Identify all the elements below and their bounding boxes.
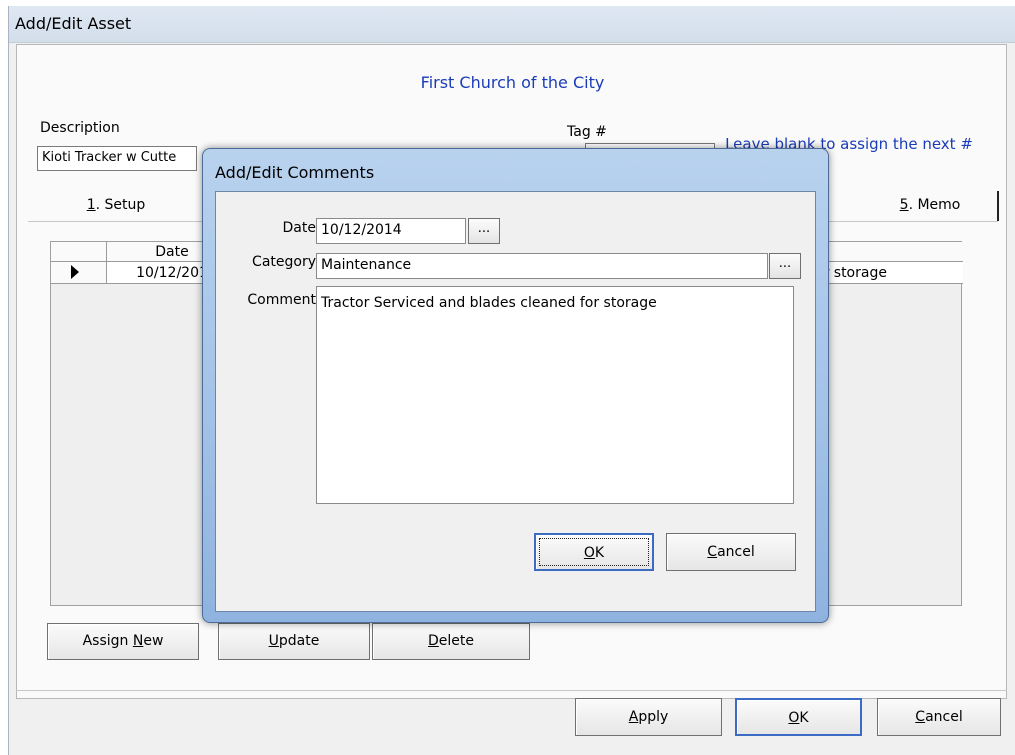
comment-label: Comment: [247, 292, 316, 308]
assign-new-suffix: ew: [143, 633, 164, 649]
grid-header-comment[interactable]: [811, 242, 963, 262]
apply-label: pply: [638, 709, 669, 725]
description-label: Description: [40, 120, 120, 136]
window-titlebar: Add/Edit Asset: [9, 6, 1015, 43]
tab-memo-label: . Memo: [908, 197, 961, 213]
grid-header-selector: [51, 242, 107, 262]
update-mnemonic: U: [268, 633, 279, 649]
update-label: pdate: [278, 633, 320, 649]
assign-new-prefix: Assign: [82, 633, 133, 649]
update-button[interactable]: Update: [218, 623, 370, 660]
tag-label: Tag #: [567, 124, 607, 140]
tab-setup-label: . Setup: [95, 197, 146, 213]
ok-label: K: [799, 710, 809, 726]
assign-new-button[interactable]: Assign New: [47, 623, 199, 660]
tab-memo-mnemonic: 5: [899, 197, 909, 213]
category-picker-button[interactable]: ...: [769, 253, 801, 279]
description-input[interactable]: Kioti Tracker w Cutte: [37, 146, 197, 171]
dialog-title: Add/Edit Comments: [215, 163, 375, 182]
tab-setup[interactable]: 1. Setup: [61, 191, 171, 221]
ok-button[interactable]: OK: [735, 698, 862, 736]
dialog-client-area: Date 10/12/2014 ... Category Maintenance…: [215, 191, 816, 612]
church-name: First Church of the City: [420, 73, 605, 92]
row-selector[interactable]: [51, 262, 107, 284]
category-label: Category: [252, 254, 316, 270]
cancel-label: ancel: [925, 709, 963, 725]
delete-button[interactable]: Delete: [372, 623, 530, 660]
dialog-cancel-button[interactable]: Cancel: [666, 533, 796, 571]
tab-setup-mnemonic: 1: [86, 197, 96, 213]
dialog-cancel-label: ancel: [717, 544, 755, 560]
date-picker-button[interactable]: ...: [468, 218, 500, 244]
footer-divider: [16, 690, 1007, 691]
focus-rect: [539, 538, 649, 566]
cancel-mnemonic: C: [915, 709, 926, 725]
apply-mnemonic: A: [628, 709, 639, 725]
dialog-cancel-mnemonic: C: [707, 544, 718, 560]
apply-button[interactable]: Apply: [575, 698, 722, 736]
category-field[interactable]: Maintenance: [316, 253, 768, 279]
comments-dialog: Add/Edit Comments Date 10/12/2014 ... Ca…: [202, 148, 829, 623]
tab-memo[interactable]: 5. Memo: [855, 191, 1005, 221]
current-row-arrow-icon: [71, 265, 79, 279]
tab-edge: [997, 191, 999, 221]
date-label: Date: [282, 220, 316, 236]
ok-mnemonic: O: [788, 710, 800, 726]
cancel-button[interactable]: Cancel: [877, 698, 1001, 736]
assign-new-mnemonic: N: [132, 633, 144, 649]
delete-mnemonic: D: [428, 633, 439, 649]
date-field[interactable]: 10/12/2014: [316, 218, 466, 244]
delete-label: elete: [438, 633, 474, 649]
dialog-ok-button[interactable]: OK: [534, 533, 654, 571]
comment-textarea[interactable]: Tractor Serviced and blades cleaned for …: [316, 286, 794, 504]
row-comment-cell[interactable]: or storage: [811, 262, 963, 284]
window-title: Add/Edit Asset: [15, 14, 132, 33]
